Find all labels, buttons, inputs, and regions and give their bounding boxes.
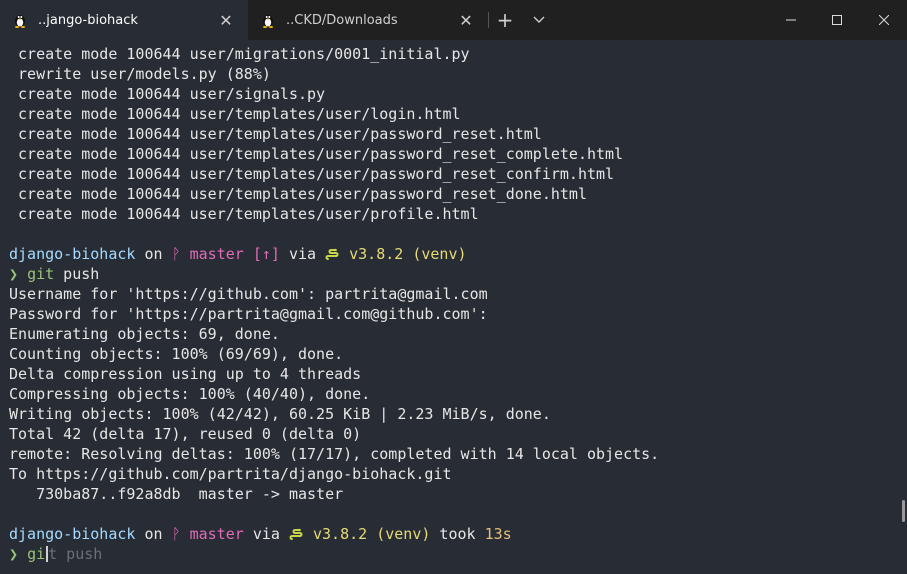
- maximize-button[interactable]: [814, 0, 860, 40]
- tab-downloads[interactable]: ..CKD/Downloads ✕: [248, 0, 488, 40]
- autosuggestion: push: [57, 545, 103, 563]
- output-line: create mode 100644 user/signals.py: [9, 85, 326, 103]
- tab-django-biohack[interactable]: ..jango-biohack ✕: [0, 0, 248, 40]
- output-line: Enumerating objects: 69, done.: [9, 325, 280, 343]
- title-bar: ..jango-biohack ✕ ..CKD/Downloads ✕ +: [0, 0, 907, 40]
- new-tab-button[interactable]: +: [492, 0, 518, 40]
- chevron-down-icon: [533, 16, 545, 23]
- shell-prompt: django-biohack on ᚹ master [↑] via v3.8.…: [9, 244, 898, 264]
- scrollbar-thumb[interactable]: [902, 500, 905, 522]
- output-line: To https://github.com/partrita/django-bi…: [9, 465, 452, 483]
- typed-command: gi: [27, 545, 46, 563]
- output-line: Password for 'https://partrita@gmail.com…: [9, 305, 488, 323]
- prompt-on: on: [135, 245, 172, 263]
- tab-title: ..jango-biohack: [38, 12, 138, 28]
- linux-tux-icon: [263, 15, 273, 28]
- tab-title: ..CKD/Downloads: [286, 12, 398, 28]
- autosuggest-tail: t: [48, 545, 58, 563]
- output-line: Compressing objects: 100% (40/40), done.: [9, 385, 371, 403]
- prompt-python-version: v3.8.2: [303, 525, 368, 543]
- close-window-button[interactable]: [860, 0, 907, 40]
- terminal-window: ..jango-biohack ✕ ..CKD/Downloads ✕ + cr…: [0, 0, 907, 574]
- git-branch-icon: ᚹ: [171, 525, 181, 543]
- prompt-venv: (venv): [367, 525, 431, 543]
- maximize-icon: [832, 15, 842, 25]
- output-line: Username for 'https://github.com': partr…: [9, 285, 488, 303]
- close-tab-icon[interactable]: ✕: [456, 10, 476, 30]
- prompt-via: via: [243, 525, 289, 543]
- output-line: Total 42 (delta 17), reused 0 (delta 0): [9, 425, 362, 443]
- prompt-directory: django-biohack: [9, 525, 136, 543]
- command-args: push: [54, 265, 100, 283]
- prompt-took: took: [430, 525, 485, 543]
- output-line: rewrite user/models.py (88%): [9, 65, 271, 83]
- output-line: create mode 100644 user/templates/user/p…: [9, 205, 479, 223]
- prompt-caret: ❯: [9, 265, 28, 283]
- prompt-caret: ❯: [9, 545, 28, 563]
- output-line: create mode 100644 user/migrations/0001_…: [9, 45, 470, 63]
- prompt-via: via: [279, 245, 326, 263]
- command-line: ❯ git push: [9, 264, 898, 284]
- prompt-directory: django-biohack: [9, 245, 136, 263]
- python-snake-icon: [325, 248, 339, 260]
- prompt-ahead-indicator: [↑]: [243, 245, 280, 263]
- close-tab-icon[interactable]: ✕: [216, 10, 236, 30]
- output-line: Writing objects: 100% (42/42), 60.25 KiB…: [9, 405, 551, 423]
- command-name: git: [27, 265, 55, 283]
- prompt-branch: master: [180, 245, 244, 263]
- output-line: create mode 100644 user/templates/user/p…: [9, 145, 624, 163]
- prompt-on: on: [135, 525, 172, 543]
- output-line: Delta compression using up to 4 threads: [9, 365, 362, 383]
- prompt-venv: (venv): [403, 245, 467, 263]
- prompt-branch: master: [180, 525, 244, 543]
- tab-divider: [488, 12, 489, 28]
- output-line: Counting objects: 100% (69/69), done.: [9, 345, 344, 363]
- output-line: create mode 100644 user/templates/user/l…: [9, 105, 461, 123]
- tab-dropdown-button[interactable]: [526, 0, 552, 40]
- git-branch-icon: ᚹ: [171, 245, 181, 263]
- output-line: 730ba87..f92a8db master -> master: [9, 485, 344, 503]
- prompt-python-version: v3.8.2: [340, 245, 404, 263]
- output-line: create mode 100644 user/templates/user/p…: [9, 125, 542, 143]
- prompt-duration: 13s: [484, 525, 512, 543]
- close-icon: [878, 15, 889, 25]
- linux-tux-icon: [15, 15, 25, 28]
- command-input-line[interactable]: ❯ gi t push: [9, 544, 898, 564]
- output-line: create mode 100644 user/templates/user/p…: [9, 185, 587, 203]
- output-line: create mode 100644 user/templates/user/p…: [9, 165, 615, 183]
- minimize-button[interactable]: [768, 0, 814, 40]
- minimize-icon: [786, 19, 796, 21]
- shell-prompt: django-biohack on ᚹ master via v3.8.2 (v…: [9, 524, 898, 544]
- python-snake-icon: [289, 528, 303, 540]
- terminal-output[interactable]: create mode 100644 user/migrations/0001_…: [0, 40, 907, 574]
- output-line: remote: Resolving deltas: 100% (17/17), …: [9, 445, 660, 463]
